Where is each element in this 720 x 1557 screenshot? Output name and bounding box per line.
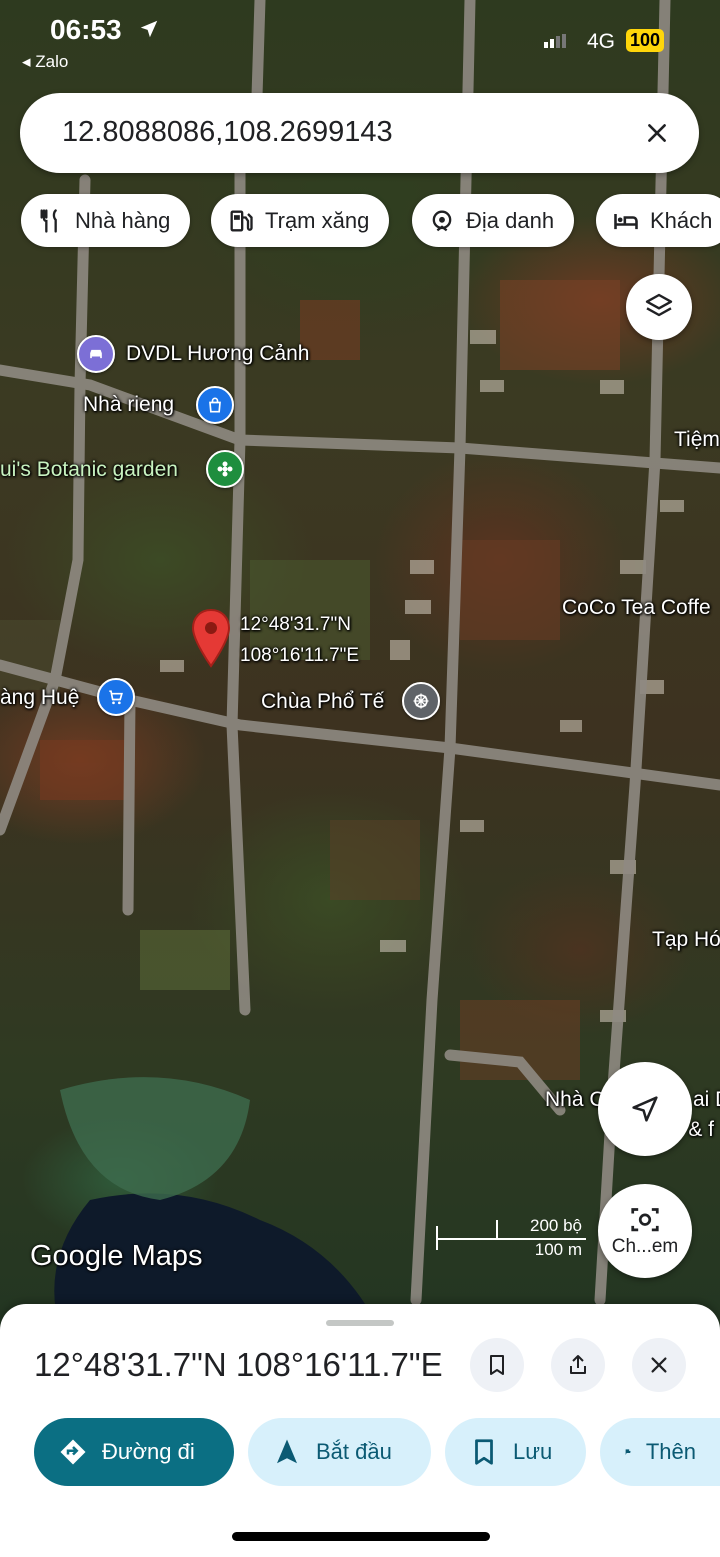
share-icon xyxy=(570,1355,586,1374)
my-location-button[interactable] xyxy=(598,1062,692,1156)
hotel-icon xyxy=(614,213,638,229)
poi-label-ang-hue[interactable]: àng Huệ xyxy=(0,686,79,710)
status-time: 06:53 xyxy=(50,14,122,45)
lens-button[interactable]: Ch...em xyxy=(598,1184,692,1278)
directions-label: Đường đi xyxy=(102,1439,195,1464)
layers-icon xyxy=(645,293,673,317)
directions-button[interactable]: Đường đi xyxy=(34,1418,234,1486)
location-arrow-icon xyxy=(140,20,158,38)
cart-icon[interactable] xyxy=(97,678,135,716)
landmark-icon xyxy=(432,210,452,231)
chip-landmarks[interactable]: Địa danh xyxy=(412,194,575,247)
search-bar[interactable]: 12.8088086,108.2699143 xyxy=(20,93,699,173)
edge-label-coco-tea[interactable]: CoCo Tea Coffe xyxy=(562,596,711,620)
bookmark-icon xyxy=(475,1439,493,1465)
chip-restaurants[interactable]: Nhà hàng xyxy=(21,194,191,247)
temple-wheel-icon[interactable] xyxy=(402,682,440,720)
edge-label-ai-d[interactable]: ai D xyxy=(693,1088,720,1112)
dropped-pin-lat: 12°48'31.7"N xyxy=(240,614,351,635)
map-scale: 200 bộ 100 m xyxy=(436,1216,586,1260)
layers-button[interactable] xyxy=(626,274,692,340)
scale-imperial: 200 bộ xyxy=(530,1216,582,1235)
close-icon xyxy=(648,124,666,142)
edge-label-nha-c[interactable]: Nhà C xyxy=(545,1088,605,1112)
bookmark-icon xyxy=(490,1355,504,1375)
more-button[interactable]: Thên xyxy=(600,1418,720,1486)
back-to-app-link[interactable]: ◂ Zalo xyxy=(22,52,68,72)
place-title: 12°48'31.7"N 108°16'11.7"E xyxy=(34,1346,443,1383)
flag-icon xyxy=(625,1449,631,1455)
dropped-pin-lng: 108°16'11.7"E xyxy=(240,645,360,666)
network-type: 4G xyxy=(587,30,616,53)
chip-label: Nhà hàng xyxy=(75,207,171,233)
status-bar: 06:53 ◂ Zalo 4G 100 xyxy=(0,0,720,80)
shopping-bag-icon[interactable] xyxy=(196,386,234,424)
save-label: Lưu xyxy=(513,1439,553,1464)
navigation-arrow-icon xyxy=(632,1096,658,1122)
clear-search-button[interactable] xyxy=(637,113,677,153)
edge-label-tap-hoa[interactable]: Tạp Hó xyxy=(652,928,720,952)
start-navigation-button[interactable]: Bắt đầu xyxy=(248,1418,431,1486)
close-icon xyxy=(651,1357,667,1373)
start-label: Bắt đầu xyxy=(316,1439,392,1464)
gas-station-icon xyxy=(230,210,253,231)
more-label: Thên xyxy=(645,1439,696,1464)
directions-icon xyxy=(60,1439,86,1465)
camera-lens-icon xyxy=(631,1208,659,1232)
poi-label-nha-rieng[interactable]: Nhà rieng xyxy=(83,393,174,417)
save-icon-button[interactable] xyxy=(470,1338,524,1392)
edge-label-tiem[interactable]: Tiệm xyxy=(674,428,720,452)
chip-hotels[interactable]: Khách xyxy=(596,194,720,247)
poi-label-chua-pho-te[interactable]: Chùa Phổ Tế xyxy=(261,690,384,714)
poi-label-dvdl[interactable]: DVDL Hương Cảnh xyxy=(126,342,309,366)
flower-icon[interactable] xyxy=(206,450,244,488)
signal-icon xyxy=(544,34,566,48)
home-indicator[interactable] xyxy=(232,1532,490,1541)
restaurant-icon xyxy=(40,208,57,233)
poi-label-botanic-garden[interactable]: ui's Botanic garden xyxy=(0,458,178,482)
place-bottom-sheet[interactable]: 12°48'31.7"N 108°16'11.7"E Đường đi Bắt … xyxy=(0,1304,720,1557)
close-sheet-button[interactable] xyxy=(632,1338,686,1392)
battery-icon: 100 xyxy=(626,29,665,52)
search-input[interactable]: 12.8088086,108.2699143 xyxy=(62,116,393,149)
scale-metric: 100 m xyxy=(534,1240,582,1259)
share-button[interactable] xyxy=(551,1338,605,1392)
chip-gas-stations[interactable]: Trạm xăng xyxy=(211,194,390,247)
lens-label: Ch...em xyxy=(611,1236,679,1257)
google-maps-logo: Google Maps xyxy=(30,1240,203,1272)
dropped-pin-icon[interactable] xyxy=(190,608,232,668)
navigation-arrow-icon xyxy=(277,1439,297,1464)
chip-label: Trạm xăng xyxy=(265,207,370,233)
save-button[interactable]: Lưu xyxy=(445,1418,586,1486)
car-icon[interactable] xyxy=(77,335,115,373)
sheet-drag-handle[interactable] xyxy=(326,1320,394,1326)
chip-label: Địa danh xyxy=(466,207,555,233)
chip-label: Khách xyxy=(650,207,713,233)
